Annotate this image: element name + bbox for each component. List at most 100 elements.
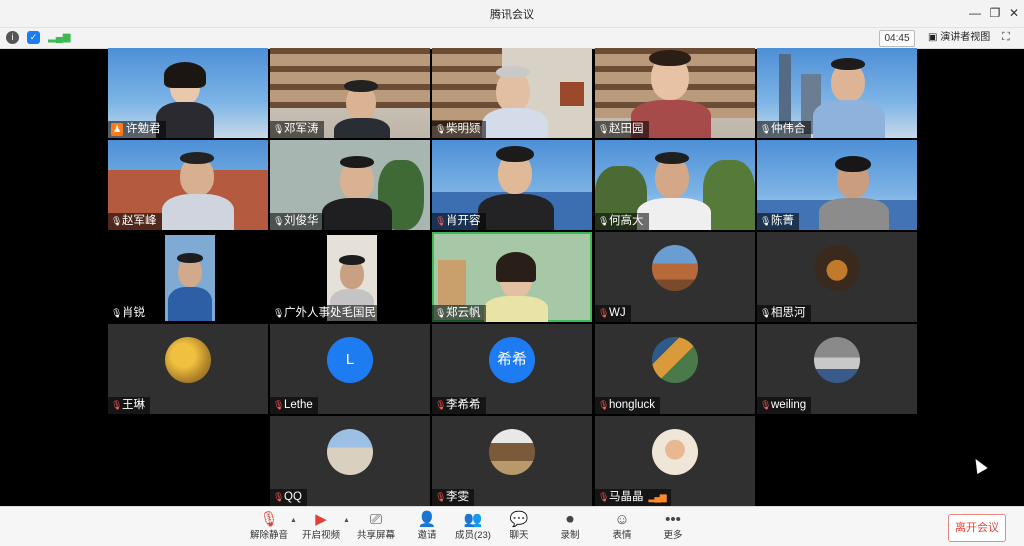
video-tile[interactable]: 🎙广外人事处毛国民 bbox=[270, 232, 430, 322]
avatar-letter: 希希 bbox=[489, 337, 535, 383]
video-off-icon: ▶ bbox=[315, 511, 327, 528]
reactions-button[interactable]: ☺ 表情 bbox=[597, 510, 647, 546]
avatar bbox=[489, 429, 535, 475]
participant-name: 陈菁 bbox=[771, 215, 794, 227]
participant-nametag: 🎙QQ bbox=[270, 489, 307, 506]
mic-icon: 🎙 bbox=[598, 124, 610, 134]
share-screen-icon: ⎚ bbox=[369, 511, 382, 528]
mic-muted-icon: 🎙 bbox=[435, 400, 447, 410]
video-tile[interactable]: 🎙赵田园 bbox=[595, 48, 755, 138]
participant-name: 赵田园 bbox=[609, 123, 644, 135]
more-button[interactable]: ••• 更多 bbox=[648, 510, 698, 546]
participant-name: 邓军涛 bbox=[284, 123, 319, 135]
speaker-view-button[interactable]: ▣ 演讲者视图 bbox=[928, 31, 990, 45]
participant-name: QQ bbox=[284, 491, 302, 503]
info-bar: i ✓ ▂▄▆ 04:45 ▣ 演讲者视图 ⛶ bbox=[0, 28, 1024, 49]
video-tile[interactable]: 🎙仲伟合 bbox=[757, 48, 917, 138]
participant-nametag: ♟ 许勉君 bbox=[108, 121, 166, 138]
video-tile[interactable]: 🎙李雯 bbox=[432, 416, 592, 506]
share-screen-button[interactable]: ⎚ 共享屏幕 bbox=[351, 510, 401, 546]
meeting-timer: 04:45 bbox=[879, 30, 915, 47]
mic-icon: 🎙 bbox=[435, 124, 447, 134]
video-tile[interactable]: 🎙hongluck bbox=[595, 324, 755, 414]
participant-nametag: 🎙刘俊华 bbox=[270, 213, 324, 230]
participant-nametag: 🎙马晶晶 ▂▄▆ bbox=[595, 489, 671, 506]
mic-muted-icon: 🎙 bbox=[435, 492, 447, 502]
participant-name: 柴明颎 bbox=[446, 123, 481, 135]
fullscreen-icon[interactable]: ⛶ bbox=[1002, 31, 1010, 44]
info-icon[interactable]: i bbox=[6, 31, 19, 44]
participant-nametag: 🎙李希希 bbox=[432, 397, 486, 414]
participant-name: 肖锐 bbox=[122, 307, 145, 319]
mic-muted-icon: 🎙 bbox=[273, 400, 285, 410]
video-tile-active-speaker[interactable]: 🎙郑云帆 bbox=[432, 232, 592, 322]
participant-name: 郑云帆 bbox=[446, 307, 481, 319]
video-tile[interactable]: 🎙WJ bbox=[595, 232, 755, 322]
participant-name: weiling bbox=[771, 399, 807, 411]
host-icon: ♟ bbox=[111, 123, 123, 136]
video-tile[interactable]: 🎙何高大 bbox=[595, 140, 755, 230]
mic-muted-icon: 🎙 bbox=[435, 216, 447, 226]
participant-name: 仲伟合 bbox=[771, 123, 806, 135]
video-tile[interactable]: 🎙陈菁 bbox=[757, 140, 917, 230]
video-options-caret-icon[interactable]: ▲ bbox=[343, 517, 350, 524]
shield-icon[interactable]: ✓ bbox=[27, 31, 40, 44]
participant-name: 刘俊华 bbox=[284, 215, 319, 227]
unmute-button[interactable]: 🎙 解除静音 bbox=[244, 510, 294, 546]
participant-nametag: 🎙王琳 bbox=[108, 397, 150, 414]
mic-icon: 🎙 bbox=[435, 308, 447, 318]
avatar-letter: L bbox=[327, 337, 373, 383]
record-button[interactable]: ⏺ 录制 bbox=[545, 510, 595, 546]
more-dots-icon: ••• bbox=[665, 511, 681, 528]
mic-icon: 🎙 bbox=[273, 124, 285, 134]
chat-button[interactable]: 💬 聊天 bbox=[494, 510, 544, 546]
avatar bbox=[165, 337, 211, 383]
video-tile[interactable]: 🎙赵军峰 bbox=[108, 140, 268, 230]
video-tile[interactable]: 🎙相思河 bbox=[757, 232, 917, 322]
participant-nametag: 🎙陈菁 bbox=[757, 213, 799, 230]
mic-icon: 🎙 bbox=[760, 216, 772, 226]
smiley-icon: ☺ bbox=[614, 511, 630, 528]
title-bar: 腾讯会议 — ❐ ✕ bbox=[0, 0, 1024, 28]
video-tile[interactable]: 🎙马晶晶 ▂▄▆ bbox=[595, 416, 755, 506]
mic-icon: 🎙 bbox=[273, 216, 285, 226]
close-icon[interactable]: ✕ bbox=[1003, 4, 1024, 22]
video-tile[interactable]: 🎙肖锐 bbox=[108, 232, 268, 322]
network-signal-icon[interactable]: ▂▄▆ bbox=[48, 31, 70, 44]
participant-nametag: 🎙仲伟合 bbox=[757, 121, 811, 138]
window-title: 腾讯会议 bbox=[490, 9, 534, 21]
mouse-cursor-icon bbox=[970, 455, 988, 475]
start-video-button[interactable]: ▶ 开启视频 bbox=[296, 510, 346, 546]
video-tile[interactable]: ♟ 许勉君 bbox=[108, 48, 268, 138]
participant-nametag: 🎙柴明颎 bbox=[432, 121, 486, 138]
add-user-icon: 👤 bbox=[417, 511, 437, 528]
invite-button[interactable]: 👤 邀请 bbox=[402, 510, 452, 546]
participant-nametag: 🎙Lethe bbox=[270, 397, 318, 414]
participant-name: 相思河 bbox=[771, 307, 806, 319]
participant-nametag: 🎙hongluck bbox=[595, 397, 661, 414]
mic-muted-icon: 🎙 bbox=[598, 492, 610, 502]
members-icon: 👥 bbox=[463, 511, 483, 528]
video-tile[interactable]: 🎙邓军涛 bbox=[270, 48, 430, 138]
mic-muted-icon: 🎙 bbox=[259, 511, 279, 528]
video-tile[interactable]: L 🎙Lethe bbox=[270, 324, 430, 414]
video-tile[interactable]: 🎙QQ bbox=[270, 416, 430, 506]
participant-nametag: 🎙广外人事处毛国民 bbox=[270, 305, 381, 322]
video-tile[interactable]: 🎙刘俊华 bbox=[270, 140, 430, 230]
participant-nametag: 🎙何高大 bbox=[595, 213, 649, 230]
leave-meeting-button[interactable]: 离开会议 bbox=[948, 514, 1006, 542]
avatar bbox=[652, 245, 698, 291]
video-tile[interactable]: 🎙王琳 bbox=[108, 324, 268, 414]
minimize-icon[interactable]: — bbox=[964, 4, 986, 22]
video-tile[interactable]: 希希 🎙李希希 bbox=[432, 324, 592, 414]
participant-name: WJ bbox=[609, 307, 626, 319]
video-tile[interactable]: 🎙柴明颎 bbox=[432, 48, 592, 138]
mic-icon: 🎙 bbox=[111, 216, 123, 226]
video-tile[interactable]: 🎙weiling bbox=[757, 324, 917, 414]
mic-icon: 🎙 bbox=[760, 308, 772, 318]
participant-name: Lethe bbox=[284, 399, 313, 411]
participant-name: 肖开容 bbox=[446, 215, 481, 227]
members-button[interactable]: 👥 成员(23) bbox=[448, 510, 498, 546]
participant-name: 广外人事处毛国民 bbox=[284, 307, 376, 319]
video-tile[interactable]: 🎙肖开容 bbox=[432, 140, 592, 230]
